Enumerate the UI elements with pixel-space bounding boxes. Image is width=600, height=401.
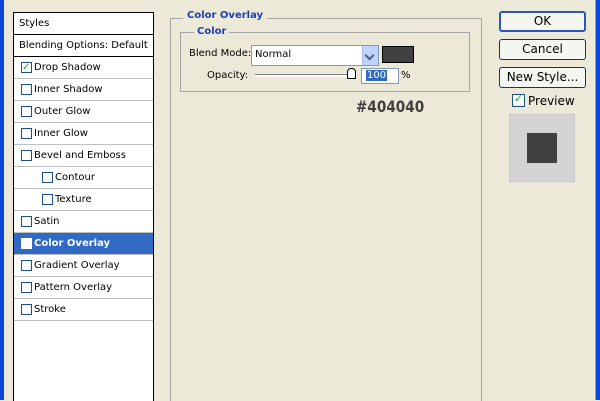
style-checkbox[interactable] — [21, 128, 32, 139]
style-item-label: Bevel and Emboss — [34, 150, 126, 161]
style-checkbox[interactable] — [21, 282, 32, 293]
preview-thumbnail — [509, 114, 575, 182]
chevron-down-icon[interactable] — [362, 46, 378, 65]
opacity-slider-thumb[interactable] — [347, 68, 356, 79]
style-checkbox[interactable] — [21, 304, 32, 315]
cancel-button[interactable]: Cancel — [499, 39, 586, 60]
style-item-contour[interactable]: Contour — [14, 167, 153, 189]
blending-options-item[interactable]: Blending Options: Default — [14, 35, 153, 57]
style-item-stroke[interactable]: Stroke — [14, 299, 153, 321]
style-item-satin[interactable]: Satin — [14, 211, 153, 233]
new-style-button[interactable]: New Style... — [499, 67, 586, 88]
style-checkbox[interactable] — [21, 216, 32, 227]
style-item-label: Color Overlay — [34, 238, 111, 249]
style-item-outer-glow[interactable]: Outer Glow — [14, 101, 153, 123]
style-item-label: Texture — [55, 194, 92, 205]
style-item-label: Pattern Overlay — [34, 282, 113, 293]
style-item-inner-shadow[interactable]: Inner Shadow — [14, 79, 153, 101]
style-item-inner-glow[interactable]: Inner Glow — [14, 123, 153, 145]
style-item-label: Satin — [34, 216, 60, 227]
style-item-pattern-overlay[interactable]: Pattern Overlay — [14, 277, 153, 299]
style-item-gradient-overlay[interactable]: Gradient Overlay — [14, 255, 153, 277]
style-item-drop-shadow[interactable]: Drop Shadow — [14, 57, 153, 79]
styles-list: Styles Blending Options: Default Drop Sh… — [13, 12, 154, 401]
opacity-unit: % — [401, 70, 411, 81]
style-item-label: Drop Shadow — [34, 62, 101, 73]
style-checkbox[interactable] — [42, 194, 53, 205]
ok-button[interactable]: OK — [499, 11, 586, 32]
color-group-title: Color — [194, 26, 230, 37]
window-frame-right — [595, 0, 600, 400]
style-checkbox[interactable] — [21, 57, 32, 78]
style-item-texture[interactable]: Texture — [14, 189, 153, 211]
style-item-label: Stroke — [34, 304, 66, 315]
hex-annotation: #404040 — [356, 97, 425, 116]
styles-header[interactable]: Styles — [14, 13, 153, 35]
opacity-slider-track[interactable] — [255, 74, 355, 77]
style-item-label: Contour — [55, 172, 95, 183]
blend-mode-label: Blend Mode: — [189, 48, 252, 59]
style-item-bevel-and-emboss[interactable]: Bevel and Emboss — [14, 145, 153, 167]
section-title: Color Overlay — [183, 10, 268, 21]
preview-swatch — [527, 133, 557, 163]
style-checkbox[interactable] — [21, 233, 32, 254]
blend-mode-value: Normal — [255, 49, 292, 60]
style-item-label: Outer Glow — [34, 106, 91, 117]
opacity-label: Opacity: — [207, 70, 249, 81]
preview-checkbox[interactable] — [512, 92, 525, 107]
blend-mode-select[interactable]: Normal — [251, 45, 379, 66]
style-checkbox[interactable] — [21, 106, 32, 117]
style-checkbox[interactable] — [21, 260, 32, 271]
window-frame-left — [0, 0, 4, 400]
opacity-value: 100 — [366, 70, 388, 81]
style-checkbox[interactable] — [21, 84, 32, 95]
overlay-color-swatch[interactable] — [382, 46, 414, 63]
style-item-label: Gradient Overlay — [34, 260, 120, 271]
style-checkbox[interactable] — [21, 150, 32, 161]
opacity-input[interactable]: 100 — [361, 68, 399, 84]
style-item-color-overlay[interactable]: Color Overlay — [14, 233, 153, 255]
style-item-label: Inner Shadow — [34, 84, 103, 95]
preview-label: Preview — [528, 94, 575, 108]
style-item-label: Inner Glow — [34, 128, 88, 139]
style-checkbox[interactable] — [42, 172, 53, 183]
